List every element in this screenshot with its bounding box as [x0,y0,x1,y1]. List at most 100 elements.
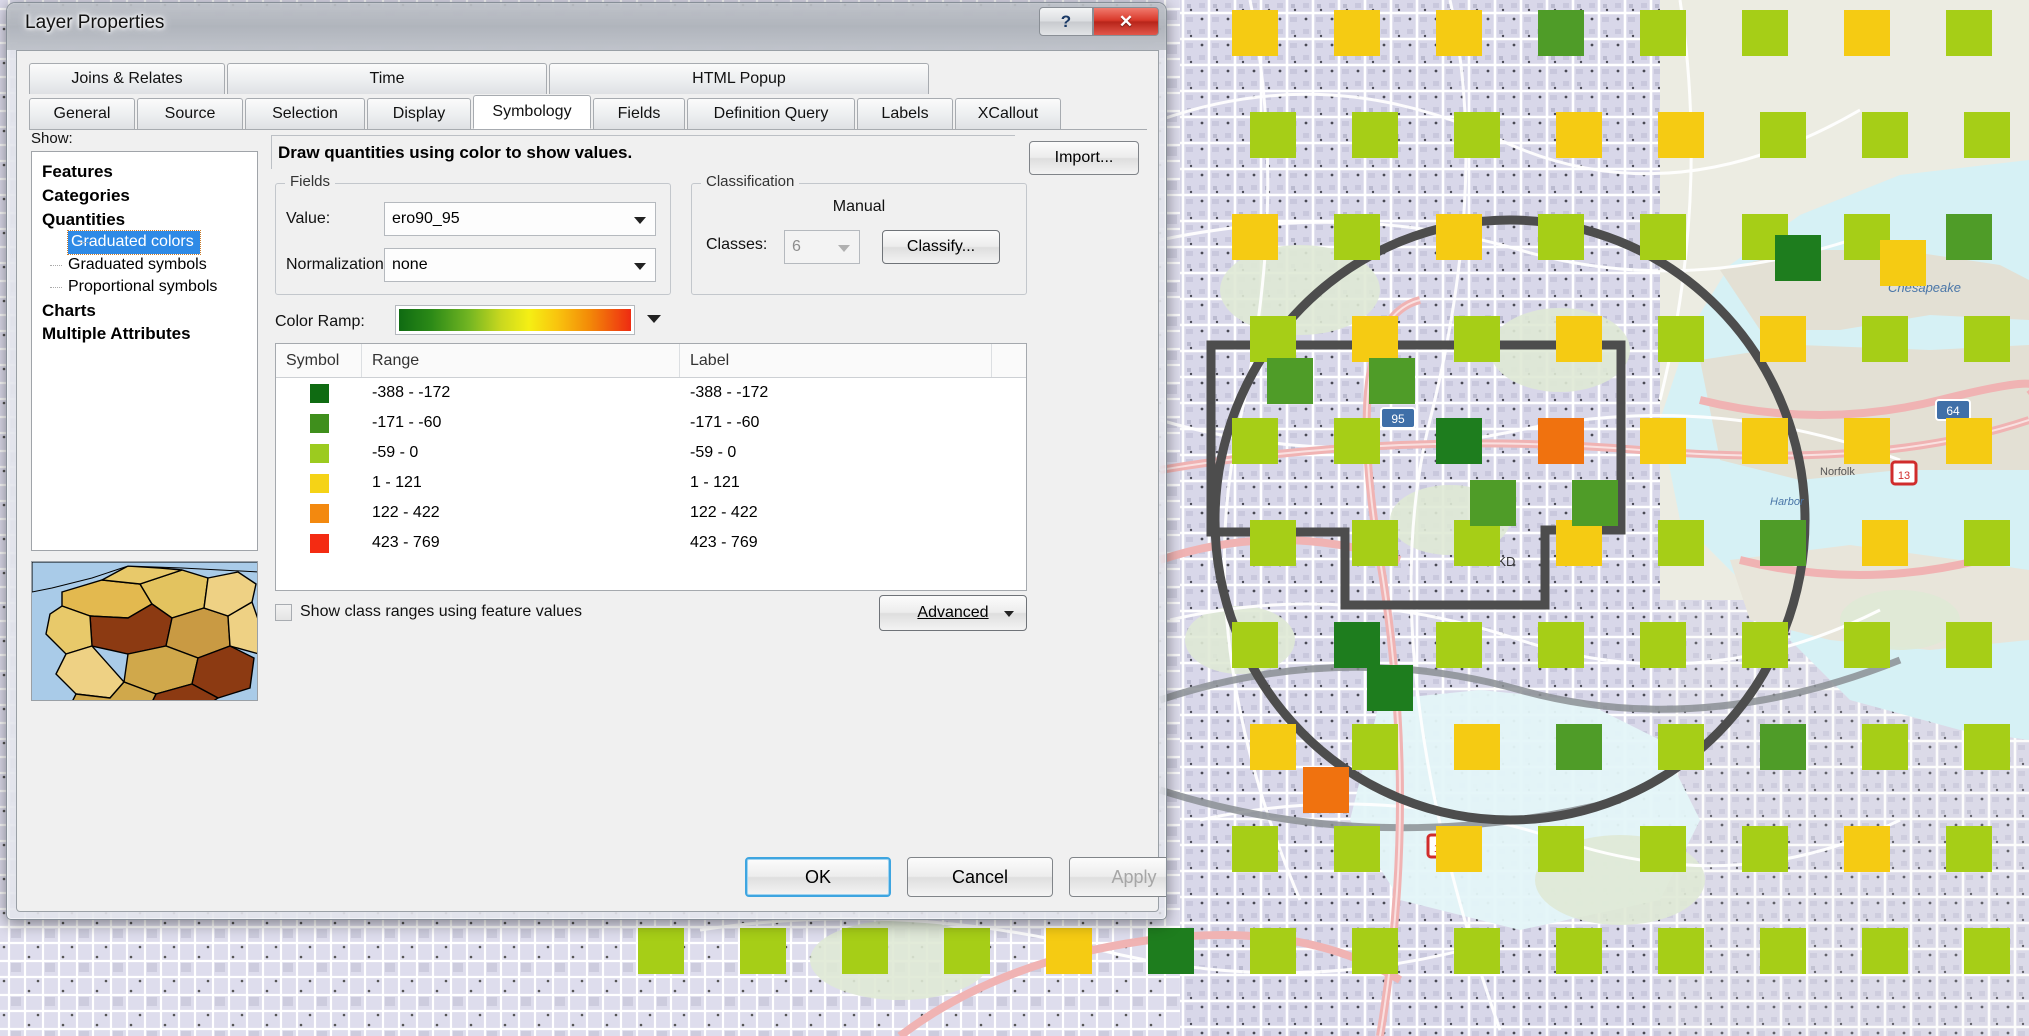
legend-symbol-cell[interactable] [276,503,362,523]
legend-label-cell[interactable]: 122 - 422 [680,504,992,522]
map-marker[interactable] [1352,520,1398,566]
tab-xcallout[interactable]: XCallout [955,98,1061,129]
tab-source[interactable]: Source [137,98,243,129]
map-marker[interactable] [1572,480,1618,526]
tab-display[interactable]: Display [367,98,471,129]
legend-symbol-cell[interactable] [276,533,362,553]
map-marker[interactable] [1862,724,1908,770]
map-marker[interactable] [1436,10,1482,56]
map-marker[interactable] [638,928,684,974]
map-marker[interactable] [1760,724,1806,770]
map-marker[interactable] [1538,418,1584,464]
map-marker[interactable] [1658,724,1704,770]
map-marker[interactable] [1267,358,1313,404]
legend-label-cell[interactable]: -171 - -60 [680,414,992,432]
legend-range-cell[interactable]: -171 - -60 [362,414,680,432]
map-marker[interactable] [1946,622,1992,668]
map-marker[interactable] [1880,240,1926,286]
map-marker[interactable] [1538,622,1584,668]
map-marker[interactable] [1352,724,1398,770]
map-marker[interactable] [1334,10,1380,56]
map-marker[interactable] [1862,316,1908,362]
map-marker[interactable] [1046,928,1092,974]
map-marker[interactable] [1454,316,1500,362]
map-marker[interactable] [1946,214,1992,260]
map-marker[interactable] [842,928,888,974]
map-marker[interactable] [1640,622,1686,668]
show-class-ranges-checkbox[interactable] [275,603,292,621]
map-marker[interactable] [1844,418,1890,464]
map-marker[interactable] [1352,928,1398,974]
map-marker[interactable] [1436,418,1482,464]
show-item-features[interactable]: Features [38,160,251,184]
value-combobox[interactable]: ero90_95 [384,202,656,236]
color-swatch[interactable] [309,473,329,493]
legend-row[interactable]: 423 - 769 423 - 769 [276,528,1026,558]
map-marker[interactable] [1538,826,1584,872]
legend-symbol-cell[interactable] [276,413,362,433]
map-marker[interactable] [1454,112,1500,158]
map-marker[interactable] [1367,665,1413,711]
map-marker[interactable] [1742,622,1788,668]
map-marker[interactable] [1658,316,1704,362]
map-marker[interactable] [1334,826,1380,872]
map-marker[interactable] [1862,112,1908,158]
map-marker[interactable] [1946,418,1992,464]
map-marker[interactable] [740,928,786,974]
map-marker[interactable] [1436,214,1482,260]
show-item-quantities[interactable]: Quantities [38,208,251,232]
show-item-proportional-symbols[interactable]: Proportional symbols [38,276,251,298]
color-swatch[interactable] [309,413,329,433]
map-marker[interactable] [1454,928,1500,974]
tab-definition-query[interactable]: Definition Query [687,98,855,129]
map-marker[interactable] [1742,10,1788,56]
map-marker[interactable] [1760,520,1806,566]
map-marker[interactable] [1946,10,1992,56]
tab-symbology[interactable]: Symbology [473,95,591,129]
legend-label-cell[interactable]: 423 - 769 [680,534,992,552]
map-marker[interactable] [1964,928,2010,974]
map-marker[interactable] [1250,520,1296,566]
map-marker[interactable] [1454,520,1500,566]
map-marker[interactable] [1556,520,1602,566]
map-marker[interactable] [1454,724,1500,770]
color-swatch[interactable] [309,443,329,463]
legend-table[interactable]: Symbol Range Label -388 - -172 -388 - -17… [275,343,1027,591]
legend-range-cell[interactable]: -388 - -172 [362,384,680,402]
map-marker[interactable] [1436,826,1482,872]
map-marker[interactable] [1250,724,1296,770]
classify-button[interactable]: Classify... [882,230,1000,264]
map-marker[interactable] [1844,622,1890,668]
legend-row[interactable]: -388 - -172 -388 - -172 [276,378,1026,408]
legend-row[interactable]: -171 - -60 -171 - -60 [276,408,1026,438]
show-item-charts[interactable]: Charts [38,299,251,323]
map-marker[interactable] [1844,10,1890,56]
map-marker[interactable] [1862,520,1908,566]
legend-row[interactable]: -59 - 0 -59 - 0 [276,438,1026,468]
dialog-titlebar[interactable]: Layer Properties ? ✕ [7,3,1166,50]
map-marker[interactable] [1760,316,1806,362]
map-marker[interactable] [1352,112,1398,158]
show-tree[interactable]: Features Categories Quantities Graduated… [31,151,258,551]
map-marker[interactable] [1538,10,1584,56]
map-marker[interactable] [1250,928,1296,974]
map-marker[interactable] [1250,112,1296,158]
layer-properties-dialog[interactable]: Layer Properties ? ✕ Joins & Relates Tim… [6,2,1167,920]
map-marker[interactable] [1640,10,1686,56]
tab-labels[interactable]: Labels [857,98,953,129]
color-swatch[interactable] [309,533,329,553]
tab-joins-relates[interactable]: Joins & Relates [29,63,225,94]
map-marker[interactable] [1334,214,1380,260]
close-icon[interactable]: ✕ [1093,7,1159,36]
map-marker[interactable] [1334,418,1380,464]
normalization-combobox[interactable]: none [384,248,656,282]
map-marker[interactable] [1964,112,2010,158]
classes-combobox[interactable]: 6 [784,230,860,264]
map-marker[interactable] [1470,480,1516,526]
map-marker[interactable] [1640,214,1686,260]
map-marker[interactable] [1742,418,1788,464]
map-marker[interactable] [1556,928,1602,974]
show-item-graduated-colors[interactable]: Graduated colors [67,230,201,255]
color-ramp-combobox[interactable] [395,305,635,335]
map-marker[interactable] [1556,112,1602,158]
